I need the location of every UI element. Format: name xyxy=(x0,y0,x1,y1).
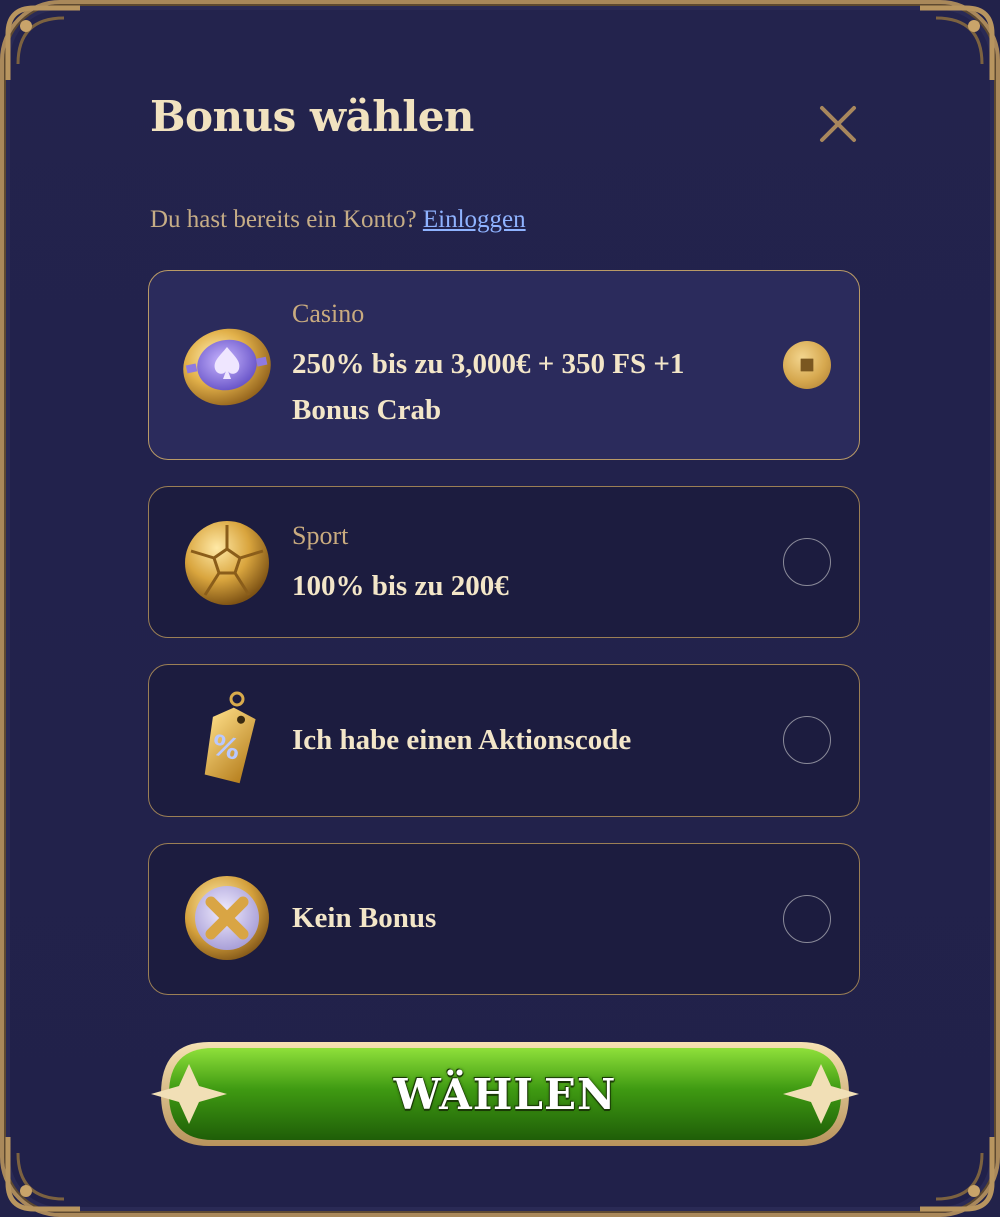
choose-button-label: WÄHLEN xyxy=(393,1070,617,1119)
option-description: Kein Bonus xyxy=(292,902,437,934)
radio-unselected[interactable] xyxy=(783,716,831,764)
corner-ornament xyxy=(916,1133,996,1213)
bonus-modal: Bonus wählen Du hast bereits ein Konto? … xyxy=(0,0,1000,1217)
login-prompt: Du hast bereits ein Konto? Einloggen xyxy=(150,206,526,234)
modal-title: Bonus wählen xyxy=(150,92,474,141)
diamond-icon xyxy=(794,352,819,377)
option-description: Ich habe einen Aktionscode xyxy=(292,724,632,756)
close-icon[interactable] xyxy=(814,100,862,148)
radio-unselected[interactable] xyxy=(783,895,831,943)
corner-ornament xyxy=(916,4,996,84)
bonus-option-sport[interactable]: Sport 100% bis zu 200€ xyxy=(148,486,860,638)
login-link[interactable]: Einloggen xyxy=(423,206,526,233)
corner-ornament xyxy=(4,1133,84,1213)
bonus-option-casino[interactable]: Casino 250% bis zu 3,000€ + 350 FS +1 Bo… xyxy=(148,270,860,460)
soccer-ball-icon xyxy=(179,515,275,611)
casino-chip-icon xyxy=(179,317,275,413)
bonus-option-none[interactable]: Kein Bonus xyxy=(148,843,860,995)
option-description: 250% bis zu 3,000€ + 350 FS +1 Bonus Cra… xyxy=(292,348,685,426)
option-category: Sport xyxy=(292,521,349,550)
option-category: Casino xyxy=(292,299,365,328)
no-bonus-icon xyxy=(179,870,275,966)
corner-ornament xyxy=(4,4,84,84)
bonus-option-promo-code[interactable]: % Ich habe einen Aktionscode xyxy=(148,664,860,817)
radio-selected[interactable] xyxy=(783,341,831,389)
choose-button[interactable]: WÄHLEN xyxy=(149,1034,861,1154)
promo-tag-icon: % xyxy=(179,691,275,787)
option-description: 100% bis zu 200€ xyxy=(292,570,509,602)
radio-unselected[interactable] xyxy=(783,538,831,586)
close-button[interactable] xyxy=(814,100,862,148)
login-prompt-text: Du hast bereits ein Konto? xyxy=(150,206,417,233)
